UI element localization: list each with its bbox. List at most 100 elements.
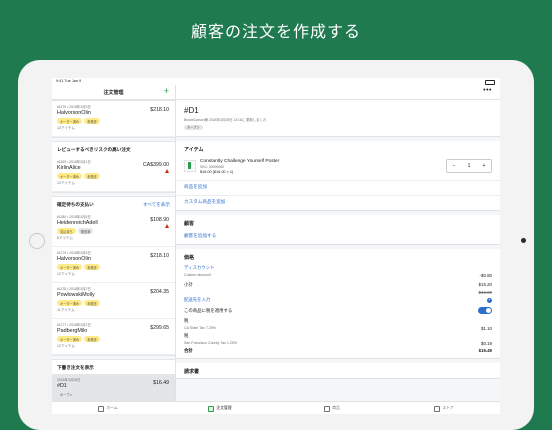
tax2-name: San Francisco County Tax 1.25% (184, 341, 238, 345)
discount-value: -$0.80 (479, 273, 492, 278)
order-count: 12アイテム (57, 126, 76, 130)
pending-payments-card: 確定待ちの支払い すべてを表示 #1180 • 2018年3月5日 Heiden… (52, 196, 175, 356)
order-row[interactable]: #1177 • 2018年3月2日 PadbergMilo $299.65 オー… (52, 319, 175, 355)
status-bar: 9:41 Tue Jan 9 (52, 78, 500, 85)
order-price: $218.10 (150, 107, 169, 113)
order-row[interactable]: #1179 • 2018年3月5日 HalvorsonOlin $218.10 … (52, 101, 175, 137)
item-name[interactable]: Constantly Challenge Yourself Poster (200, 159, 279, 164)
order-price: CA$399.00 (143, 162, 169, 168)
fulfillment-badge: 未発送 (84, 336, 100, 342)
fulfillment-badge: 未発送 (84, 264, 100, 270)
quantity-value[interactable]: 1 (462, 163, 476, 169)
home-button (29, 233, 45, 249)
orders-list-pane: 注文管理 + #1179 • 2018年3月5日 HalvorsonOlin $… (52, 85, 176, 401)
decrement-button[interactable]: − (447, 163, 461, 169)
add-product-link[interactable]: 商品を追加 (176, 180, 500, 195)
tax-toggle-label: この商品に税を適用する (184, 307, 233, 313)
price-title: 価格 (184, 255, 195, 261)
marketing-headline: 顧客の注文を作成する (190, 22, 361, 41)
tax2-label: 税 (184, 333, 189, 338)
tax-toggle[interactable] (478, 307, 492, 314)
items-title: アイテム (184, 147, 204, 153)
tax1-value: $1.10 (481, 326, 492, 331)
draft-order-row[interactable]: 2018年3月28日 #D1 $16.49 オープン (52, 374, 175, 401)
order-detail-pane: ••• #D1 BrownCarson様 2018年3月28日 13:16に 更… (176, 85, 500, 401)
tab-label: 注文管理 (216, 406, 232, 410)
payment-badge: オーダー済み (57, 336, 83, 342)
payment-badge: オーダー済み (57, 173, 83, 179)
item-price: $16.00 ($16.00 × 1) (200, 170, 234, 174)
risk-orders-card: レビューするべきリスクの高い注文 #1169 • 2018年3月1日 Kirli… (52, 141, 175, 193)
order-price: $108.90 (150, 217, 169, 223)
invoice-title: 請求書 (184, 369, 200, 375)
tab-label: ホーム (106, 406, 118, 410)
store-icon (434, 405, 441, 412)
order-row[interactable]: #1179 • 2018年3月5日 HalvorsonOlin $218.10 … (52, 247, 175, 283)
order-row[interactable]: #1169 • 2018年3月1日 KirlinAlice CA$399.00 … (52, 156, 175, 192)
line-item: Constantly Challenge Yourself Poster SKU… (184, 156, 492, 180)
discount-sub: Custom discount (184, 273, 211, 277)
order-count: 13アイテム (57, 181, 76, 185)
drafts-card: 下書き注文を表示 2018年3月28日 #D1 $16.49 オープン (52, 359, 175, 401)
tab-products[interactable]: 商品 (276, 402, 388, 414)
orders-icon (208, 405, 215, 412)
order-count: 12アイテム (57, 272, 76, 276)
orders-title: 注文管理 (103, 90, 124, 96)
payment-badge: オーダー済み (57, 264, 83, 270)
discount-link[interactable]: ディスカウント (184, 265, 214, 271)
risk-warning-icon (165, 224, 169, 228)
order-title: #D1 (184, 106, 199, 115)
orders-navbar: 注文管理 + (52, 85, 175, 100)
tax-label: 税 (184, 318, 189, 323)
order-subtitle: BrownCarson様 2018年3月28日 13:16に 更新しました (184, 118, 267, 122)
add-custom-item-link[interactable]: カスタム商品を追加 (176, 195, 500, 210)
shipping-link[interactable]: 配送先を入力 (184, 297, 210, 303)
order-row[interactable]: #1180 • 2018年3月5日 HeidenreichAdell $108.… (52, 211, 175, 247)
payment-badge: 支払待ち (57, 228, 76, 234)
order-count: 12アイテム (57, 344, 76, 348)
subtotal-original: $16.00 (478, 290, 492, 295)
subtotal-value: $15.20 (478, 282, 492, 287)
tax2-value: $0.19 (481, 341, 492, 346)
view-all-link[interactable]: すべてを表示 (143, 202, 170, 208)
tab-orders[interactable]: 注文管理 (164, 402, 276, 414)
tag-icon (324, 405, 331, 412)
fulfillment-badge: 発送済 (77, 228, 94, 234)
recent-orders-card: #1179 • 2018年3月5日 HalvorsonOlin $218.10 … (52, 100, 175, 138)
payment-badge: オーダー済み (57, 300, 83, 306)
total-value: $16.49 (478, 348, 492, 353)
add-order-button[interactable]: + (164, 86, 169, 96)
quantity-stepper[interactable]: − 1 + (446, 159, 492, 173)
product-thumbnail (184, 160, 196, 172)
tab-bar: ホーム 注文管理 商品 ストア (52, 401, 500, 414)
app-screen: 9:41 Tue Jan 9 注文管理 + #1179 • 2018年3月5日 … (52, 78, 500, 414)
risk-warning-icon (165, 169, 169, 173)
order-row[interactable]: #1178 • 2018年3月2日 PowlowskiMolly $204.35… (52, 283, 175, 319)
add-customer-link[interactable]: 顧客を追加する (176, 230, 500, 244)
price-section: 価格 ディスカウント Custom discount -$0.80 小計 $15… (176, 249, 500, 359)
fulfillment-badge: 未発送 (84, 300, 100, 306)
drafts-section-title[interactable]: 下書き注文を表示 (57, 365, 94, 371)
fulfillment-badge: 未発送 (84, 173, 100, 179)
invoice-section: 請求書 (176, 363, 500, 379)
order-price: $218.10 (150, 253, 169, 259)
info-icon[interactable]: + (487, 297, 492, 303)
status-badge: オープン (57, 391, 76, 397)
increment-button[interactable]: + (477, 163, 491, 169)
home-icon (98, 405, 105, 412)
risk-section-title: レビューするべきリスクの高い注文 (57, 147, 131, 152)
customer-section: 顧客 顧客を追加する (176, 215, 500, 245)
tab-store[interactable]: ストア (388, 402, 500, 414)
status-time: 9:41 Tue Jan 9 (56, 79, 82, 83)
order-price: $299.65 (150, 325, 169, 331)
order-count: 6アイテム (57, 236, 74, 240)
more-menu-icon[interactable]: ••• (483, 87, 492, 94)
tab-home[interactable]: ホーム (52, 402, 164, 414)
tax1-name: CA State Tax 7.25% (184, 326, 216, 330)
tab-label: ストア (442, 406, 454, 410)
total-label: 合計 (184, 348, 193, 353)
order-price: $204.35 (150, 289, 169, 295)
status-badge: オープン (184, 124, 203, 130)
tab-label: 商品 (332, 406, 340, 410)
items-section: アイテム Constantly Challenge Yourself Poste… (176, 141, 500, 211)
